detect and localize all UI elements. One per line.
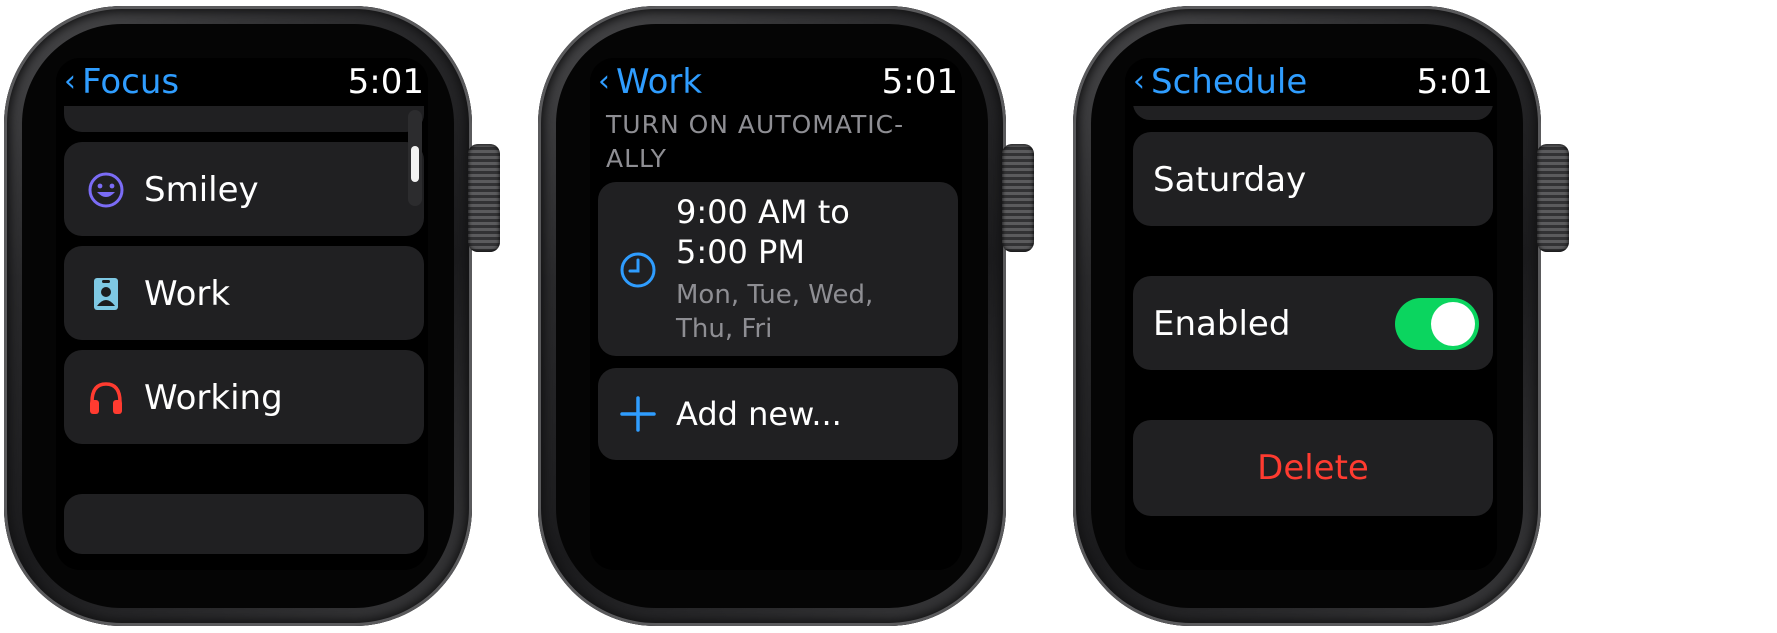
watch-work: ‹ Work 5:01 TURN ON AUTOMATIC- ALLY 9:00 …	[538, 6, 1034, 626]
back-button[interactable]: ‹ Work	[598, 64, 702, 100]
clock-icon	[620, 252, 656, 288]
watch-focus: ‹ Focus 5:01 Smiley Work Working	[4, 6, 500, 626]
status-bar: ‹ Schedule 5:01	[1125, 58, 1497, 106]
back-label: Focus	[82, 62, 180, 102]
day-item-saturday[interactable]: Saturday	[1133, 132, 1493, 226]
section-title-cont: ALLY	[606, 144, 667, 173]
day-label: Saturday	[1153, 160, 1307, 200]
focus-item-label: Work	[144, 274, 231, 314]
list-item-partial[interactable]	[64, 494, 424, 554]
watch-screen: ‹ Schedule 5:01 Saturday Enabled Delete	[1125, 58, 1497, 570]
chevron-left-icon: ‹	[598, 64, 610, 99]
digital-crown[interactable]	[1002, 144, 1034, 252]
watch-screen: ‹ Focus 5:01 Smiley Work Working	[56, 58, 428, 570]
back-label: Work	[616, 62, 703, 102]
schedule-days: Mon, Tue, Wed,	[676, 280, 874, 310]
clock: 5:01	[1416, 62, 1493, 102]
focus-item-working[interactable]: Working	[64, 350, 424, 444]
chevron-left-icon: ‹	[64, 64, 76, 99]
smiley-icon	[88, 172, 124, 208]
section-title: TURN ON AUTOMATIC-	[606, 110, 905, 139]
delete-button[interactable]: Delete	[1133, 420, 1493, 516]
back-label: Schedule	[1151, 62, 1308, 102]
schedule-time-start: 9:00 AM to	[676, 193, 850, 231]
work-badge-icon	[94, 278, 118, 310]
schedule-days-cont: Thu, Fri	[676, 314, 773, 344]
clock: 5:01	[347, 62, 424, 102]
chevron-left-icon: ‹	[1133, 64, 1145, 99]
status-bar: ‹ Work 5:01	[590, 58, 962, 106]
enabled-toggle[interactable]	[1395, 298, 1479, 350]
focus-item-work[interactable]: Work	[64, 246, 424, 340]
digital-crown[interactable]	[468, 144, 500, 252]
status-bar: ‹ Focus 5:01	[56, 58, 428, 106]
watch-screen: ‹ Work 5:01 TURN ON AUTOMATIC- ALLY 9:00 …	[590, 58, 962, 570]
headphones-icon	[90, 382, 122, 414]
focus-item-label: Smiley	[144, 170, 259, 210]
focus-item-label: Working	[144, 378, 283, 418]
back-button[interactable]: ‹ Schedule	[1133, 64, 1307, 100]
digital-crown[interactable]	[1537, 144, 1569, 252]
scroll-thumb	[411, 146, 419, 182]
focus-item-smiley[interactable]: Smiley	[64, 142, 424, 236]
clock: 5:01	[881, 62, 958, 102]
plus-icon	[620, 396, 656, 432]
back-button[interactable]: ‹ Focus	[64, 64, 179, 100]
add-new-label: Add new...	[676, 395, 842, 433]
enabled-row[interactable]: Enabled	[1133, 276, 1493, 370]
scroll-indicator	[408, 110, 422, 206]
watch-schedule: ‹ Schedule 5:01 Saturday Enabled Delete	[1073, 6, 1569, 626]
enabled-label: Enabled	[1153, 304, 1291, 344]
toggle-knob	[1431, 302, 1475, 346]
delete-label: Delete	[1257, 448, 1369, 488]
schedule-time-end: 5:00 PM	[676, 233, 805, 271]
schedule-item[interactable]: 9:00 AM to 5:00 PM Mon, Tue, Wed, Thu, F…	[598, 182, 958, 356]
add-new-button[interactable]: Add new...	[598, 368, 958, 460]
